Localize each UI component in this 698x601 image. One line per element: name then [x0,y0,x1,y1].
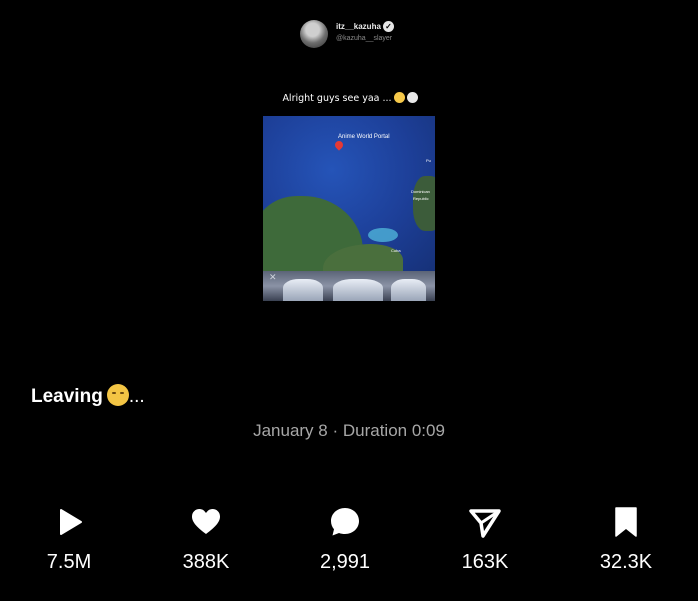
like-button[interactable]: 388K [146,505,266,574]
smile-emoji-icon [393,92,405,103]
user-handle: @kazuha__slayer [336,35,393,42]
post-view: itz__kazuha ✓ @kazuha__slayer Alright gu… [0,0,698,601]
comment-icon [331,508,359,536]
play-button[interactable]: 7.5M [9,505,129,574]
map-land [413,176,435,231]
post-caption-text: Leaving [31,386,103,407]
close-icon[interactable]: ✕ [269,272,277,283]
map-label-portal: Anime World Portal [338,134,390,140]
verified-badge-icon: ✓ [383,21,394,32]
video-caption-text: Alright guys see yaa ... [282,93,392,104]
comment-button[interactable]: 2,991 [285,505,405,574]
waterfall-shape [391,279,426,301]
post-caption: Leaving... [31,384,145,408]
heart-icon [192,509,220,534]
video-waterfall-strip: ✕ [263,271,435,301]
like-count: 388K [182,551,230,573]
video-player[interactable]: Anime World Portal Pu Dominican Republic… [263,116,435,271]
video-caption: Alright guys see yaa ... [270,92,430,104]
share-icon [469,509,501,538]
map-label-puerto: Pu [426,158,431,163]
avatar[interactable] [300,20,328,48]
play-icon [60,509,82,535]
bookmark-count: 32.3K [599,551,653,573]
share-button[interactable]: 163K [425,505,545,574]
play-count: 7.5M [46,551,92,573]
post-caption-suffix: ... [128,386,145,407]
map-label-dominican: Dominican [411,189,430,194]
action-bar: 7.5M 388K 2,991 163K 32.3K [0,505,698,585]
username[interactable]: itz__kazuha [336,22,381,31]
bookmark-icon [615,507,637,537]
bookmark-button[interactable]: 32.3K [566,505,686,574]
skull-emoji-icon [406,92,418,103]
map-label-cuba: Cuba [391,248,401,253]
map-shoal [368,228,398,242]
sad-emoji-icon [106,384,129,406]
share-count: 163K [461,551,509,573]
map-label-republic: Republic [413,196,429,201]
post-meta: January 8 · Duration 0:09 [253,421,445,440]
comment-count: 2,991 [319,551,371,573]
waterfall-shape [283,279,323,301]
waterfall-shape [333,279,383,301]
